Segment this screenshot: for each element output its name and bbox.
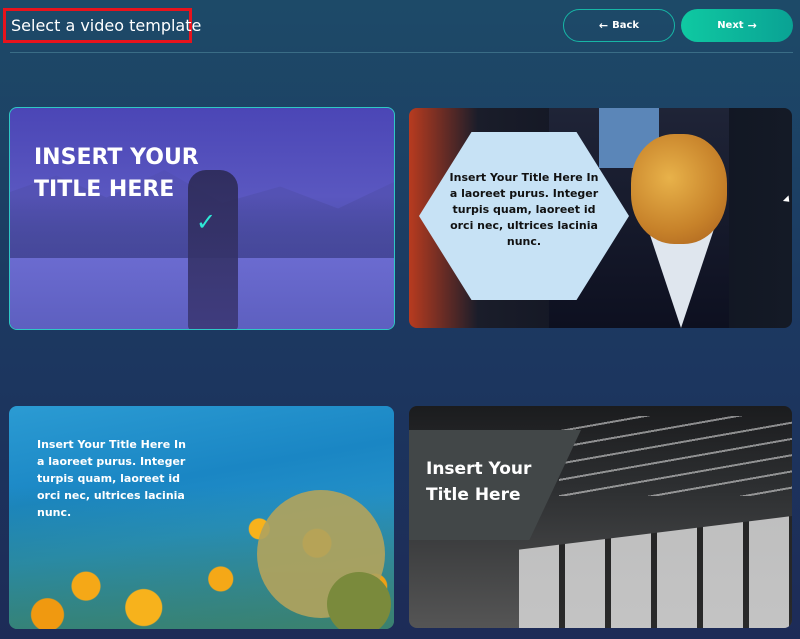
template-card-2[interactable]: Insert Your Title Here In a laoreet puru… [409, 108, 792, 328]
template-card-4[interactable]: Insert Your Title Here [409, 406, 792, 628]
header: Select a video template ← Back Next → [0, 0, 800, 52]
ceiling-lights-image [559, 416, 792, 496]
next-button-label: Next [717, 20, 744, 31]
template-title: Insert Your Title Here [426, 459, 532, 505]
template-card-3[interactable]: Insert Your Title Here In a laoreet puru… [9, 406, 394, 629]
template-title: INSERT YOUR TITLE HERE [34, 145, 199, 202]
header-divider [10, 52, 793, 53]
page-title: Select a video template [3, 8, 201, 43]
arrow-right-icon: → [747, 19, 757, 32]
template-title: Insert Your Title Here In a laoreet puru… [37, 438, 186, 519]
back-button-label: Back [612, 20, 640, 31]
small-circle-shape [327, 572, 391, 629]
template-card-1[interactable]: ✓ INSERT YOUR TITLE HERE [9, 107, 395, 330]
office-image [519, 516, 792, 628]
arrow-left-icon: ← [598, 19, 609, 32]
checkmark-icon: ✓ [196, 209, 217, 236]
waffle-image [631, 134, 727, 244]
next-button[interactable]: Next → [681, 9, 793, 42]
back-button[interactable]: ← Back [563, 9, 675, 42]
template-title: Insert Your Title Here In a laoreet puru… [449, 171, 599, 248]
